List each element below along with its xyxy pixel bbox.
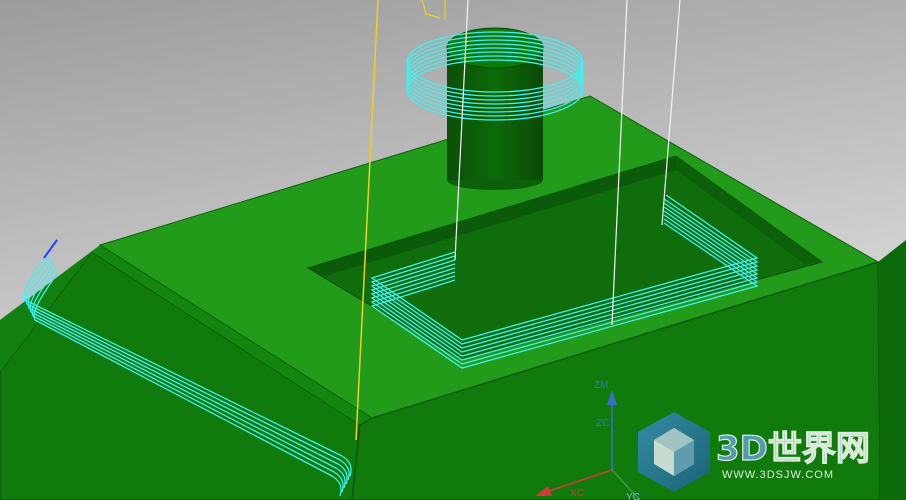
watermark-logo-text: 3D世界网	[716, 429, 870, 469]
yc-label: YC	[626, 492, 640, 500]
zc-label: ZC	[596, 418, 609, 429]
zm-label: ZM	[594, 380, 608, 391]
watermark-url-text: WWW.3DSJW.COM	[722, 469, 834, 481]
cad-viewport[interactable]: ZM ZC XC YC 3D世界网 WWW.3DSJW.COM	[0, 0, 906, 500]
part-right-face	[878, 240, 906, 500]
xc-label: XC	[570, 488, 584, 499]
